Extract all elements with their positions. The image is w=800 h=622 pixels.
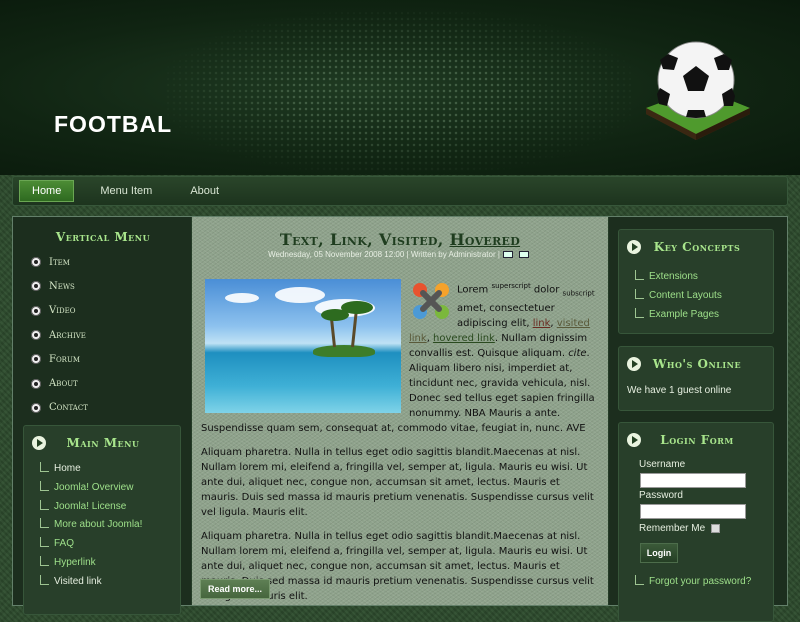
print-icon[interactable] [502, 251, 513, 259]
ball-bullet-icon [31, 378, 41, 389]
main-menu-module: Main Menu Home Joomla! Overview Joomla! … [23, 425, 181, 615]
ball-bullet-icon [31, 257, 41, 268]
title-part-visited: Visited [378, 230, 438, 249]
vmenu-item-news[interactable]: News [23, 274, 183, 298]
main-menu-item-faq[interactable]: FAQ [24, 535, 180, 554]
vmenu-item-archive[interactable]: Archive [23, 323, 183, 347]
nav-item-about[interactable]: About [178, 181, 231, 201]
whos-online-title: Who's Online [652, 357, 742, 371]
vertical-menu-title: Vertical Menu [55, 230, 151, 244]
vmenu-label: Archive [49, 329, 86, 341]
hovered-link[interactable]: hovered link [433, 333, 495, 344]
ball-bullet-icon [31, 402, 41, 413]
site-title: FOOTBAL [54, 111, 173, 137]
play-circle-icon [627, 357, 641, 371]
play-circle-icon [627, 240, 641, 254]
main-menu-item-more[interactable]: More about Joomla! [24, 516, 180, 535]
title-sep: , [318, 230, 330, 249]
ball-bullet-icon [31, 281, 41, 292]
text-run: Lorem [457, 284, 492, 296]
main-wrapper: Vertical Menu Item News Video Archive Fo… [12, 216, 788, 622]
left-column: Vertical Menu Item News Video Archive Fo… [13, 217, 191, 615]
subscript-text: subscript [562, 289, 595, 298]
article-body: Lorem superscript dolor subscript amet, … [201, 279, 599, 613]
article-meta: Wednesday, 05 November 2008 12:00 | Writ… [192, 250, 608, 259]
edit-icon[interactable] [518, 251, 529, 259]
whos-online-text: We have 1 guest online [627, 385, 732, 396]
title-part-hovered: Hovered [449, 230, 521, 249]
cite-text: cite [568, 348, 587, 360]
key-concepts-item-layouts[interactable]: Content Layouts [619, 287, 773, 306]
main-menu-header: Main Menu [24, 426, 180, 460]
password-input[interactable] [640, 504, 746, 519]
article-meta-text: Wednesday, 05 November 2008 12:00 | Writ… [268, 250, 500, 259]
vmenu-label: Forum [49, 353, 81, 365]
vmenu-item-forum[interactable]: Forum [23, 347, 183, 371]
remember-me-row: Remember Me [619, 523, 773, 534]
remember-me-checkbox[interactable] [711, 524, 721, 533]
play-circle-icon [32, 436, 46, 450]
password-label: Password [639, 490, 683, 501]
link[interactable]: link [533, 318, 551, 329]
key-concepts-module: Key Concepts Extensions Content Layouts … [618, 229, 774, 334]
vmenu-item-contact[interactable]: Contact [23, 396, 183, 420]
vmenu-label: Video [49, 305, 76, 317]
title-part-link: Link [329, 230, 368, 249]
nav-item-home[interactable]: Home [19, 180, 75, 202]
key-concepts-header: Key Concepts [619, 230, 773, 264]
world-map-dots [165, 10, 635, 175]
text-run: dolor [530, 284, 563, 296]
title-part-text: Text [279, 230, 319, 249]
vmenu-item-video[interactable]: Video [23, 299, 183, 323]
vmenu-label: News [49, 280, 75, 292]
login-form-title: Login Form [660, 433, 734, 447]
ball-bullet-icon [31, 330, 41, 341]
forgot-password-link[interactable]: Forgot your password? [619, 573, 773, 592]
main-menu-item-overview[interactable]: Joomla! Overview [24, 479, 180, 498]
login-form-module: Login Form Username Password Remember Me… [618, 422, 774, 622]
key-concepts-item-extensions[interactable]: Extensions [619, 268, 773, 287]
whos-online-header: Who's Online [619, 347, 773, 381]
main-menu-title: Main Menu [66, 436, 140, 450]
vmenu-label: About [49, 378, 78, 390]
key-concepts-item-examples[interactable]: Example Pages [619, 306, 773, 325]
ball-bullet-icon [31, 354, 41, 365]
main-menu-item-home[interactable]: Home [24, 460, 180, 479]
joomla-logo [413, 283, 449, 319]
login-button[interactable]: Login [640, 543, 678, 563]
remember-me-label: Remember Me [639, 523, 706, 534]
title-sep: , [367, 230, 379, 249]
vmenu-item-item[interactable]: Item [23, 250, 183, 274]
play-circle-icon [627, 433, 641, 447]
article-title: Text, Link, Visited, Hovered [192, 230, 608, 249]
read-more-button[interactable]: Read more... [200, 579, 270, 599]
login-form-header: Login Form [619, 423, 773, 457]
article-photo [205, 279, 401, 413]
main-menu-item-hyperlink[interactable]: Hyperlink [24, 554, 180, 573]
nav-item-menu-item[interactable]: Menu Item [88, 181, 164, 201]
top-navigation: Home Menu Item About [12, 176, 788, 206]
soccer-ball-logo [646, 41, 750, 140]
site-header: FOOTBAL [0, 0, 800, 175]
vertical-menu: Vertical Menu Item News Video Archive Fo… [23, 230, 183, 420]
title-sep: , [437, 230, 450, 249]
username-label: Username [639, 459, 686, 470]
article-content: Text, Link, Visited, Hovered Wednesday, … [192, 217, 608, 605]
superscript-text: superscript [491, 282, 531, 290]
vmenu-item-about[interactable]: About [23, 371, 183, 395]
whos-online-module: Who's Online We have 1 guest online [618, 346, 774, 411]
article-paragraph-2: Aliquam pharetra. Nulla in tellus eget o… [201, 447, 594, 519]
right-column: Key Concepts Extensions Content Layouts … [609, 217, 787, 622]
username-input[interactable] [640, 473, 746, 488]
vmenu-label: Item [49, 256, 70, 268]
ball-bullet-icon [31, 305, 41, 316]
key-concepts-title: Key Concepts [653, 240, 741, 254]
vmenu-label: Contact [49, 402, 88, 414]
main-menu-item-license[interactable]: Joomla! License [24, 498, 180, 517]
main-menu-item-visited[interactable]: Visited link [24, 573, 180, 592]
